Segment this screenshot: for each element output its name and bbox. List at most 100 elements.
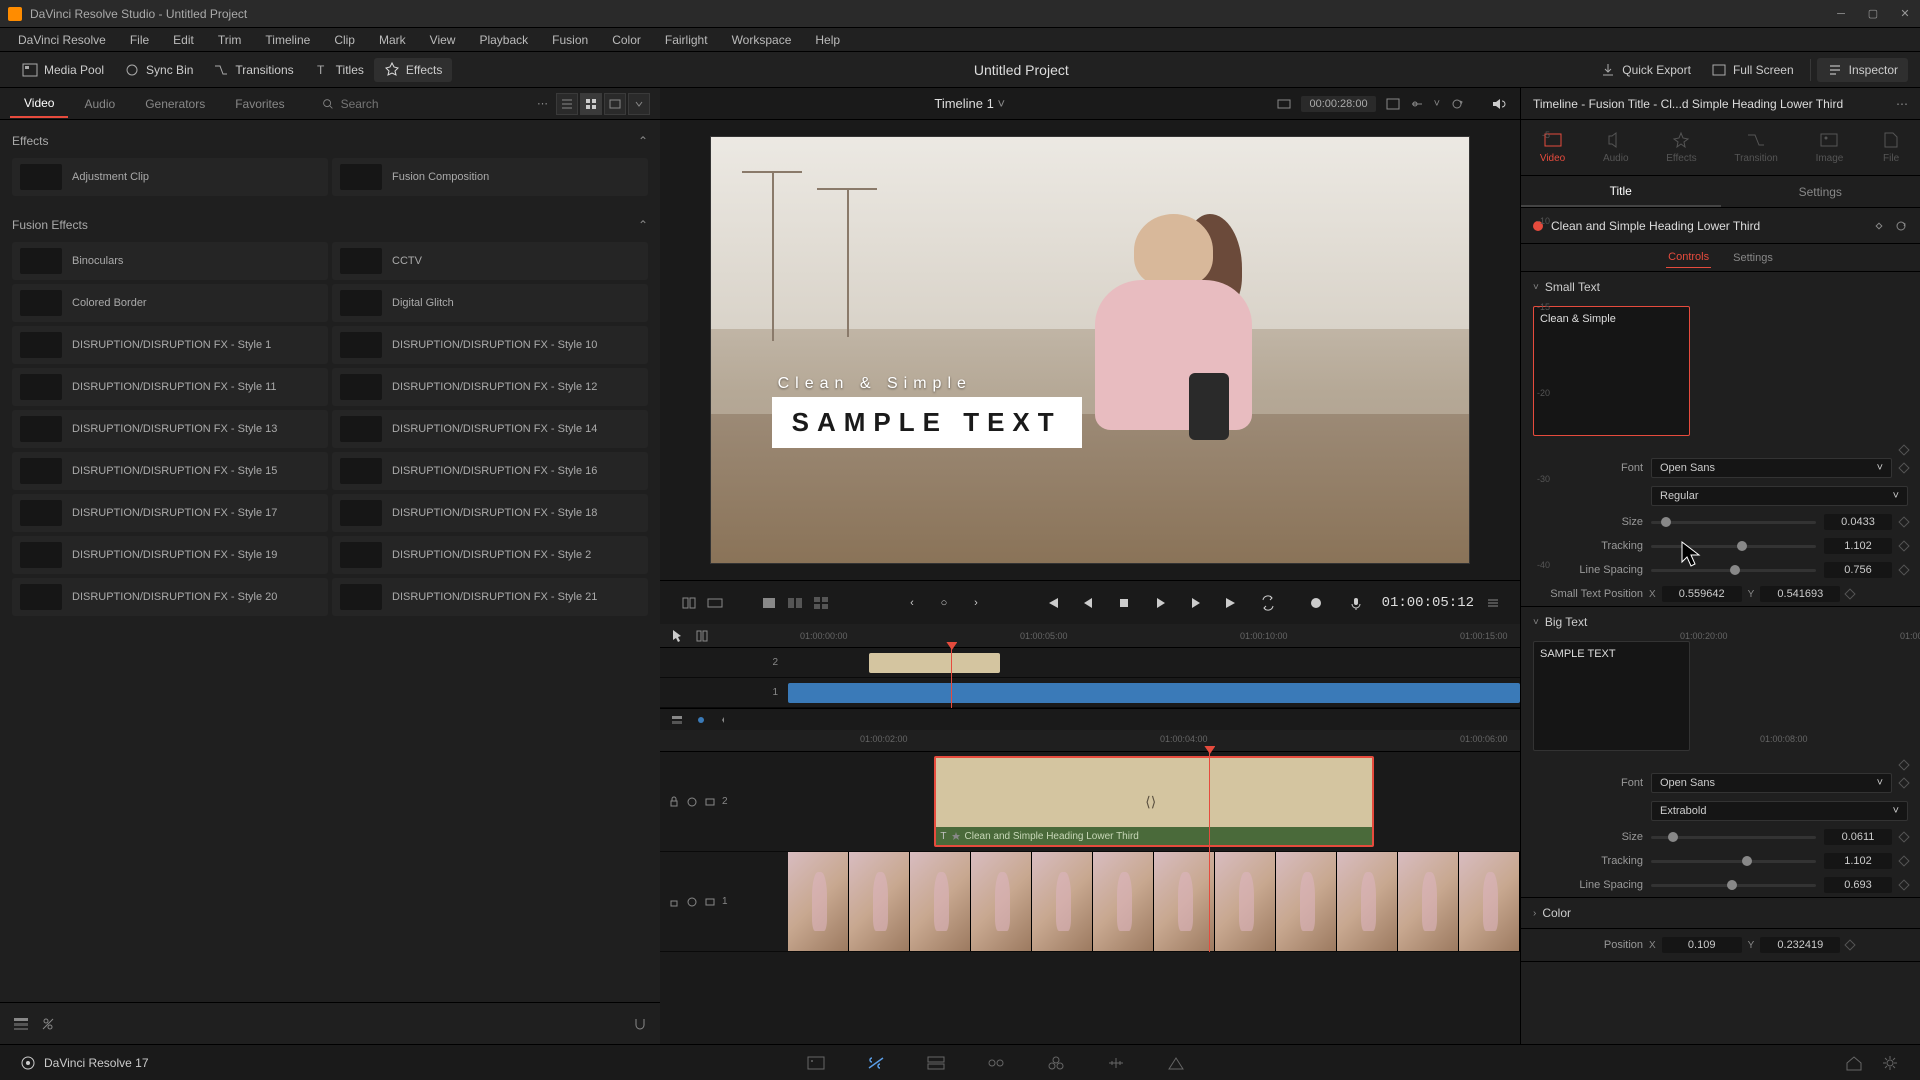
view-thumb-button[interactable]	[604, 93, 626, 115]
effect-item[interactable]: DISRUPTION/DISRUPTION FX - Style 15	[12, 452, 328, 490]
tracking-slider[interactable]	[1651, 860, 1816, 863]
ctrl-tab-settings[interactable]: Settings	[1731, 248, 1775, 268]
size-value[interactable]	[1824, 514, 1892, 530]
keyframe-icon[interactable]	[1898, 462, 1909, 473]
track-monitor-icon[interactable]	[704, 796, 716, 808]
inspector-button[interactable]: Inspector	[1817, 58, 1908, 82]
first-frame-button[interactable]	[1038, 589, 1066, 617]
tab-favorites[interactable]: Favorites	[221, 91, 298, 117]
maximize-button[interactable]: ▢	[1866, 7, 1880, 21]
view-grid-icon[interactable]	[812, 594, 830, 612]
effects-button[interactable]: Effects	[374, 58, 452, 82]
menu-edit[interactable]: Edit	[163, 31, 204, 49]
effect-item[interactable]: Binoculars	[12, 242, 328, 280]
effect-item[interactable]: DISRUPTION/DISRUPTION FX - Style 20	[12, 578, 328, 616]
ctrl-tab-controls[interactable]: Controls	[1666, 247, 1711, 268]
insert-icon[interactable]	[680, 594, 698, 612]
timeline-settings-icon[interactable]	[1386, 97, 1400, 111]
collapse-icon[interactable]: ⌃	[638, 134, 648, 148]
effect-item[interactable]: DISRUPTION/DISRUPTION FX - Style 19	[12, 536, 328, 574]
tab-generators[interactable]: Generators	[131, 91, 219, 117]
viewer-canvas[interactable]: Clean & Simple SAMPLE TEXT	[710, 136, 1470, 564]
mic-button[interactable]	[1342, 589, 1370, 617]
tab-video[interactable]: Video	[10, 90, 68, 118]
overwrite-icon[interactable]	[706, 594, 724, 612]
inspector-tab-transition[interactable]: Transition	[1734, 131, 1778, 164]
effect-item[interactable]: DISRUPTION/DISRUPTION FX - Style 14	[332, 410, 648, 448]
keyframe-icon[interactable]	[1845, 588, 1856, 599]
subtab-settings[interactable]: Settings	[1721, 176, 1920, 207]
film-icon[interactable]	[1277, 97, 1291, 111]
timeline-clip[interactable]	[788, 683, 1520, 703]
keyframe-icon[interactable]	[1898, 564, 1909, 575]
prev-frame-button[interactable]	[1074, 589, 1102, 617]
font-weight-select[interactable]: Regular˅	[1651, 486, 1908, 506]
index-icon[interactable]	[12, 1015, 30, 1033]
tracking-value[interactable]	[1824, 538, 1892, 554]
pos-x-value[interactable]	[1662, 586, 1742, 602]
keyframe-icon[interactable]	[1898, 879, 1909, 890]
clip-center-handle[interactable]: ⟨⟩	[1145, 793, 1156, 810]
menu-davinci-resolve[interactable]: DaVinci Resolve	[8, 31, 116, 49]
cut-page-icon[interactable]	[866, 1054, 886, 1072]
tab-audio[interactable]: Audio	[70, 91, 129, 117]
menu-color[interactable]: Color	[602, 31, 651, 49]
speaker-icon[interactable]	[1490, 95, 1508, 113]
fairlight-page-icon[interactable]	[1106, 1054, 1126, 1072]
effect-item[interactable]: DISRUPTION/DISRUPTION FX - Style 11	[12, 368, 328, 406]
bypass-icon[interactable]	[1410, 97, 1424, 111]
view-single-icon[interactable]	[760, 594, 778, 612]
inspector-tab-file[interactable]: File	[1881, 131, 1901, 164]
loop-icon[interactable]	[1450, 97, 1464, 111]
full-screen-button[interactable]: Full Screen	[1701, 58, 1804, 82]
options-icon[interactable]: ⋯	[531, 97, 554, 110]
marker-button[interactable]: ○	[930, 589, 958, 617]
inspector-tab-effects[interactable]: Effects	[1666, 131, 1696, 164]
close-button[interactable]: ✕	[1898, 7, 1912, 21]
font-select[interactable]: Open Sans˅	[1651, 773, 1892, 793]
timeline-view-icon[interactable]	[694, 713, 708, 727]
stacked-icon[interactable]	[670, 713, 684, 727]
audio-view-icon[interactable]	[718, 713, 732, 727]
effect-item[interactable]: CCTV	[332, 242, 648, 280]
big-text-input[interactable]	[1533, 641, 1690, 751]
effect-item[interactable]: DISRUPTION/DISRUPTION FX - Style 10	[332, 326, 648, 364]
fusion-page-icon[interactable]	[986, 1054, 1006, 1072]
effect-item[interactable]: DISRUPTION/DISRUPTION FX - Style 1	[12, 326, 328, 364]
titles-button[interactable]: TTitles	[304, 58, 374, 82]
snap-icon[interactable]	[632, 1016, 648, 1032]
timeline-clip[interactable]	[869, 653, 1001, 673]
lock-icon[interactable]	[668, 896, 680, 908]
track-enable-icon[interactable]	[686, 796, 698, 808]
timecode-display[interactable]: 01:00:05:12	[1382, 595, 1474, 611]
arrow-tool-icon[interactable]	[670, 628, 686, 644]
inspector-tab-image[interactable]: Image	[1816, 131, 1844, 164]
subtab-title[interactable]: Title	[1521, 176, 1721, 207]
effect-item[interactable]: Digital Glitch	[332, 284, 648, 322]
effect-item[interactable]: DISRUPTION/DISRUPTION FX - Style 2	[332, 536, 648, 574]
razor-icon[interactable]	[40, 1016, 56, 1032]
menu-icon[interactable]	[1486, 596, 1500, 610]
menu-view[interactable]: View	[420, 31, 466, 49]
lock-icon[interactable]	[668, 796, 680, 808]
menu-file[interactable]: File	[120, 31, 159, 49]
media-pool-button[interactable]: Media Pool	[12, 58, 114, 82]
reset-icon[interactable]	[1894, 219, 1908, 233]
keyframe-all-icon[interactable]	[1872, 219, 1886, 233]
view-grid-button[interactable]	[580, 93, 602, 115]
next-frame-button[interactable]	[1182, 589, 1210, 617]
pos-x-value[interactable]	[1662, 937, 1742, 953]
title-clip[interactable]: ⟨⟩ T Clean and Simple Heading Lower Thir…	[934, 756, 1373, 847]
stop-button[interactable]	[1110, 589, 1138, 617]
settings-icon[interactable]	[1880, 1054, 1900, 1072]
loop-button[interactable]	[1254, 589, 1282, 617]
deliver-page-icon[interactable]	[1166, 1054, 1186, 1072]
line-spacing-value[interactable]	[1824, 877, 1892, 893]
record-button[interactable]	[1302, 589, 1330, 617]
font-weight-select[interactable]: Extrabold˅	[1651, 801, 1908, 821]
trim-tool-icon[interactable]	[694, 628, 710, 644]
keyframe-icon[interactable]	[1898, 516, 1909, 527]
line-spacing-slider[interactable]	[1651, 569, 1816, 572]
effect-item[interactable]: Adjustment Clip	[12, 158, 328, 196]
next-marker-button[interactable]: ›	[962, 589, 990, 617]
